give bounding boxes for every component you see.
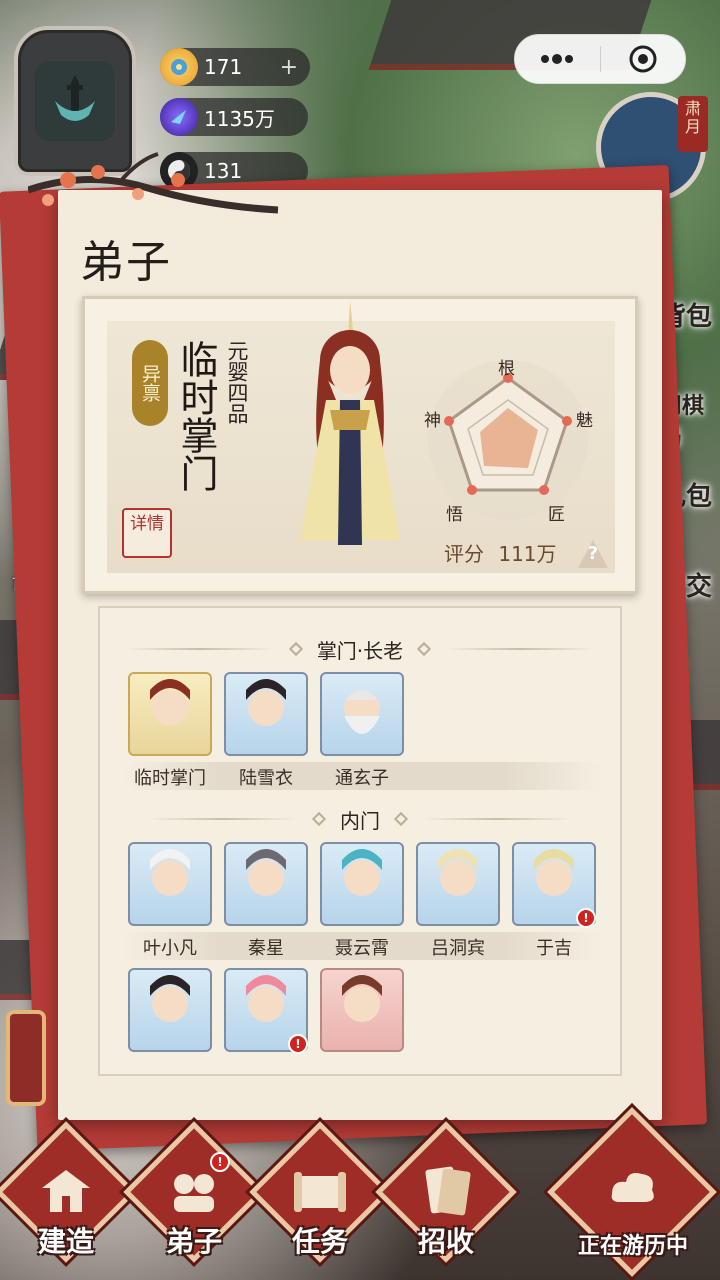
season-tag: 肃月 [678, 96, 708, 152]
nav-build-label: 建造 [37, 1225, 94, 1258]
more-dots-icon [541, 54, 574, 64]
resource-spirit-stone[interactable]: 1135万 [160, 98, 308, 136]
section-title-leaders: 掌门·长老 [316, 638, 404, 663]
alert-badge-icon: ! [288, 1034, 308, 1054]
disciple-name: 临时掌门 [174, 340, 218, 492]
sect-emblem [35, 61, 115, 141]
disciple-tile-label: 叶小凡 [143, 938, 197, 959]
resource-jade-value: 171 [204, 55, 243, 79]
disciple-tile[interactable] [224, 672, 308, 756]
disciple-tile[interactable] [320, 672, 404, 756]
divider-line [422, 818, 572, 820]
disciple-tile[interactable] [320, 968, 404, 1052]
scroll-task-icon [294, 1172, 346, 1212]
score-value: 111万 [498, 542, 557, 566]
stat-label-spirit: 神 [424, 411, 441, 431]
nav-travel-label: 正在游历中 [577, 1233, 688, 1259]
more-options-button[interactable] [515, 35, 600, 83]
alert-badge-icon: ! [210, 1152, 230, 1172]
nav-recruit-label: 招收 [417, 1225, 474, 1258]
score-display: 评分 111万 [444, 538, 557, 567]
scroll-menu-button[interactable] [6, 1010, 46, 1106]
jade-coin-icon [160, 48, 198, 86]
add-jade-button[interactable]: + [280, 55, 298, 80]
alert-badge-icon: ! [576, 908, 596, 928]
sword-emblem-icon [55, 75, 95, 121]
disciple-realm: 元婴四品 [225, 340, 249, 424]
mini-program-capsule [514, 34, 686, 84]
diamond-ornament [311, 811, 327, 827]
disciple-tile[interactable] [224, 842, 308, 926]
divider-line [445, 648, 596, 650]
panel-title: 弟子 [80, 237, 172, 288]
section-header-inner-gate: 内门 [98, 804, 622, 834]
disciple-tile-label: 吕洞宾 [431, 938, 485, 959]
nav-disciple-button[interactable]: ! 弟子 [123, 1121, 265, 1270]
detail-button[interactable]: 详情 [122, 508, 172, 558]
disciple-tile-label: 聂云霄 [335, 938, 389, 959]
divider-line [148, 818, 298, 820]
diamond-ornament [288, 641, 303, 657]
section-header-leaders: 掌门·长老 [98, 634, 622, 664]
recruit-card-icon [425, 1166, 471, 1216]
stat-label-craft: 匠 [548, 505, 565, 525]
stat-label-insight: 悟 [446, 505, 463, 525]
resource-spirit-stone-value: 1135万 [204, 106, 275, 131]
disciple-tile-label: 于吉 [536, 938, 572, 959]
spirit-stone-icon [160, 98, 198, 136]
disciple-tile[interactable] [128, 672, 212, 756]
building-icon [42, 1170, 90, 1212]
nav-task-label: 任务 [291, 1225, 348, 1258]
nav-disciple-label: 弟子 [165, 1225, 222, 1258]
resource-jade[interactable]: 171 + [160, 48, 310, 86]
nav-travel-button[interactable]: 正在游历中 [547, 1107, 718, 1277]
divider-line [124, 648, 275, 650]
diamond-ornament [393, 811, 409, 827]
disciple-tile[interactable] [128, 968, 212, 1052]
nav-build-button[interactable]: 建造 [0, 1121, 137, 1270]
disciple-tile[interactable] [416, 842, 500, 926]
disciple-portrait [300, 300, 400, 545]
disciple-tile[interactable] [128, 842, 212, 926]
diamond-ornament [417, 641, 432, 657]
stat-label-charm: 魅 [576, 411, 593, 431]
rank-seal: 异禀 [132, 340, 168, 426]
disciple-tile-label: 陆雪衣 [239, 768, 293, 789]
disciple-tile-label: 临时掌门 [134, 768, 206, 789]
disciple-tile-label: 秦星 [248, 938, 284, 959]
nav-task-button[interactable]: 任务 [249, 1121, 391, 1270]
section-title-inner-gate: 内门 [340, 808, 380, 833]
travel-cloud-icon [611, 1173, 654, 1202]
close-mini-program-button[interactable] [601, 35, 686, 83]
score-label: 评分 [444, 542, 484, 566]
disciple-tile-label: 通玄子 [335, 768, 389, 789]
target-close-icon [629, 45, 657, 73]
stat-label-root: 根 [498, 359, 515, 379]
nav-recruit-button[interactable]: 招收 [375, 1121, 517, 1270]
disciple-tile[interactable] [320, 842, 404, 926]
